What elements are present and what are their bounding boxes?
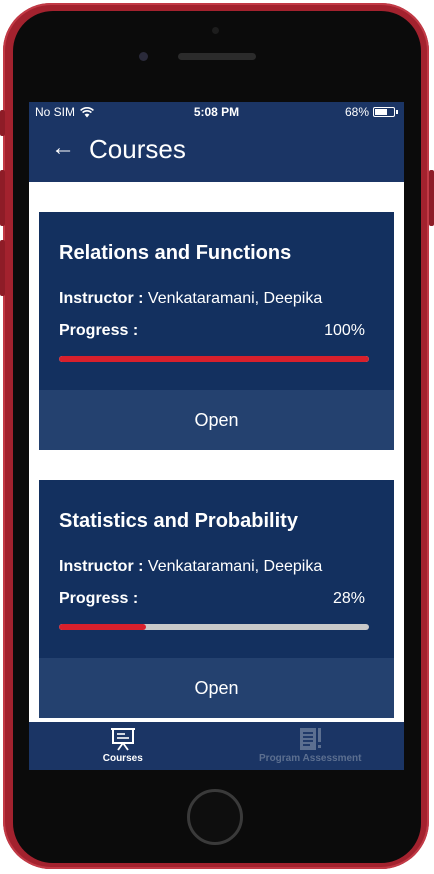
open-course-button[interactable]: Open [39,390,394,450]
status-bar: No SIM 5:08 PM 68% [29,102,404,122]
navigation-bar: ← Courses [29,122,404,182]
instructor-row: Instructor : Venkataramani, Deepika [59,290,322,308]
tab-label: Courses [102,753,143,764]
course-card-body: Statistics and Probability Instructor : … [39,480,394,658]
tab-courses[interactable]: Courses [29,722,217,770]
instructor-name: Venkataramani, Deepika [147,290,323,307]
progress-label: Progress : [59,322,139,339]
course-list[interactable]: Relations and Functions Instructor : Ven… [29,182,404,722]
course-title: Relations and Functions [59,242,292,264]
progress-value: 28% [332,590,365,607]
volume-down-button [0,240,5,296]
instructor-name: Venkataramani, Deepika [147,558,323,575]
back-arrow-icon[interactable]: ← [51,136,75,160]
course-card: Relations and Functions Instructor : Ven… [39,212,394,450]
presentation-board-icon [110,728,135,751]
course-card-body: Relations and Functions Instructor : Ven… [39,212,394,390]
battery-level [375,109,387,115]
power-button [429,170,434,226]
course-card: Statistics and Probability Instructor : … [39,480,394,718]
front-sensor [212,27,219,34]
instructor-row: Instructor : Venkataramani, Deepika [59,558,322,576]
open-course-button[interactable]: Open [39,658,394,718]
tab-bar: Courses Program Assessment [29,722,404,770]
battery-tip [396,110,398,114]
progress-value: 100% [324,322,365,339]
instructor-label: Instructor : [59,290,144,307]
progress-bar-fill [59,624,146,630]
assessment-document-icon [300,728,322,750]
mute-switch [0,110,5,136]
tab-program-assessment[interactable]: Program Assessment [217,722,405,770]
app-screen: No SIM 5:08 PM 68% ← Courses Relations a… [29,102,404,770]
earpiece-speaker [178,53,256,60]
progress-bar [59,356,369,362]
tab-label: Program Assessment [259,753,362,764]
status-right: 68% [345,105,398,119]
battery-icon [373,107,395,117]
instructor-label: Instructor : [59,558,144,575]
front-camera [139,52,148,61]
progress-bar [59,624,369,630]
course-title: Statistics and Probability [59,510,298,532]
page-title: Courses [89,134,186,164]
progress-bar-fill [59,356,369,362]
home-button[interactable] [187,789,243,845]
battery-percent: 68% [344,105,369,119]
progress-label: Progress : [59,590,139,607]
volume-up-button [0,170,5,226]
